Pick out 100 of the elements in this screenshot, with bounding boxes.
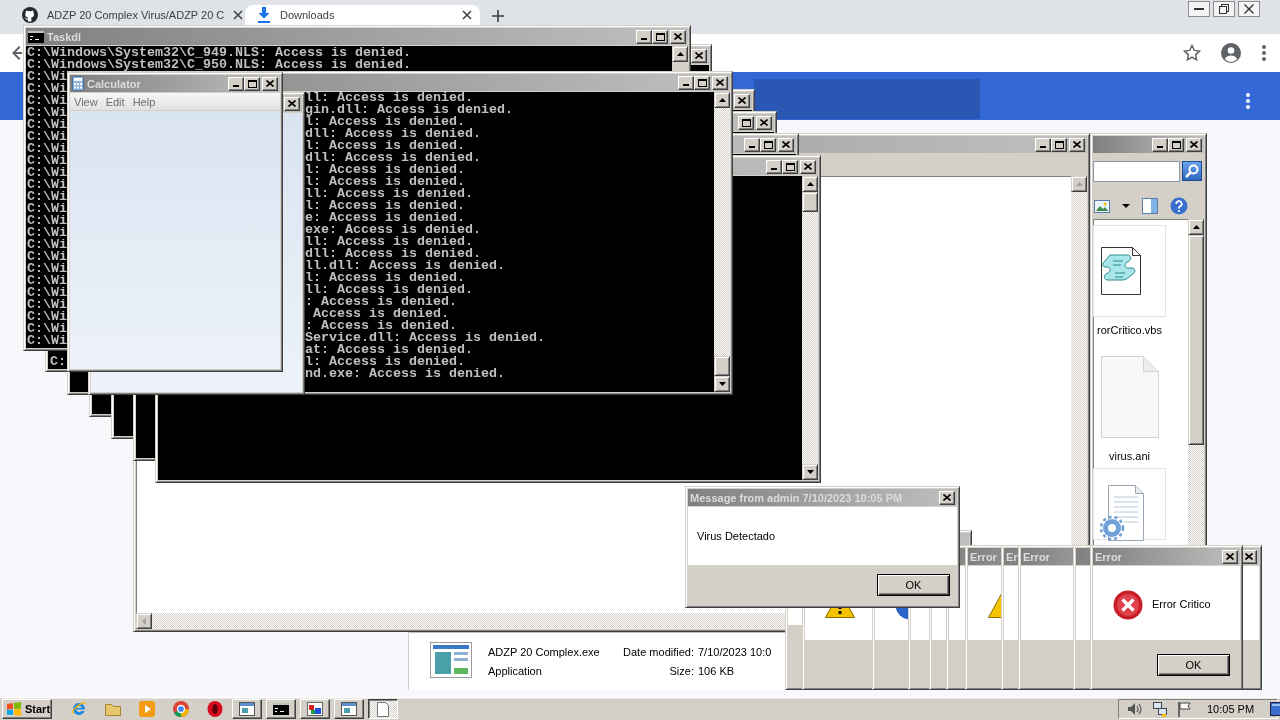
restore-button[interactable] [1213,1,1235,17]
ok-button[interactable]: OK [1157,654,1230,676]
script-file-icon[interactable] [1100,247,1141,295]
maximize-icon [741,118,751,127]
vertical-scrollbar[interactable] [714,92,730,392]
window-icon [341,702,357,716]
menu-icon[interactable] [1246,93,1250,109]
document-icon [377,701,389,717]
taskbar-button[interactable] [368,699,398,719]
search-icon [1185,164,1199,178]
menu-icon[interactable] [1262,45,1266,61]
maximize-button[interactable] [760,137,776,152]
maximize-button[interactable] [738,115,754,130]
message-text: Error Critico [1152,598,1211,610]
file-tile[interactable] [1093,225,1166,317]
error-icon [1113,590,1143,620]
scrollbar-thumb[interactable] [802,192,818,212]
speaker-icon[interactable] [1127,701,1143,717]
scroll-down-button[interactable] [714,376,730,392]
help-icon[interactable] [1170,197,1188,215]
down-arrow-icon [806,470,814,474]
scrollbar-thumb[interactable] [714,356,730,376]
search-button[interactable] [1182,161,1202,181]
menu-item[interactable]: Edit [101,95,129,108]
vertical-scrollbar[interactable] [802,176,818,480]
close-icon [738,97,746,104]
menu-item[interactable]: View [70,95,102,108]
close-icon [1190,141,1198,148]
menu-item[interactable]: Help [128,95,160,108]
minimize-icon [233,84,239,87]
ok-button[interactable]: OK [877,574,950,596]
paint-icon [307,702,323,716]
caret-icon[interactable] [1122,204,1130,208]
search-field[interactable] [1093,161,1180,182]
console-line: l: Access is denied. [305,272,465,284]
close-icon[interactable] [462,10,472,20]
console-icon [28,30,44,43]
scroll-up-button[interactable] [1071,176,1087,192]
close-icon [716,79,724,86]
file-name[interactable]: virus.ani [1109,450,1150,462]
clock[interactable]: 10:05 PM [1207,703,1255,715]
network-icon[interactable] [1152,701,1168,717]
scroll-up-button[interactable] [1188,219,1204,235]
console-line: exe: Access is denied. [305,224,481,236]
file-tile[interactable] [1093,468,1166,540]
console-line: ll: Access is denied. [305,284,473,296]
console-line: l: Access is denied. [305,164,465,176]
plus-icon[interactable] [492,10,504,22]
scroll-down-button[interactable] [802,464,818,480]
close-icon [674,33,682,40]
window-title: Taskdl [47,30,82,43]
back-arrow-icon[interactable] [12,45,22,61]
console-line: C:\Wi [27,71,67,83]
scroll-left-button[interactable] [136,613,152,629]
download-icon [257,7,271,23]
circle-logo-icon[interactable] [173,701,189,717]
field-label: Size: [669,665,694,677]
star-icon[interactable] [1183,44,1201,62]
maximize-button[interactable] [782,159,798,174]
ring-icon[interactable] [207,701,223,717]
field-value: 106 KB [698,665,736,677]
scroll-up-button[interactable] [714,92,730,108]
console-line: l: Access is denied. [305,200,465,212]
up-arrow-icon [676,52,684,56]
browser-tab[interactable]: Downloads [245,5,480,25]
scroll-up-button[interactable] [802,176,818,192]
scrollbar-thumb[interactable] [1188,235,1204,445]
file-name[interactable]: rorCritico.vbs [1097,324,1162,336]
settings-file-icon[interactable] [1097,485,1144,541]
close-icon [695,52,703,59]
preview-pane-icon[interactable] [1142,198,1158,214]
minimize-icon [683,83,689,86]
picture-icon[interactable] [1094,199,1110,213]
maximize-button[interactable] [1051,137,1067,152]
scroll-up-button[interactable] [672,46,688,62]
field-value: 7/10/2023 10:0 [698,646,772,658]
console-line: : Access is denied. [305,296,457,308]
close-icon[interactable] [233,10,244,20]
close-icon [782,141,790,148]
profile-icon[interactable] [1221,43,1241,63]
minimize-icon [749,145,755,148]
maximize-button[interactable] [244,76,260,91]
maximize-button[interactable] [694,75,710,90]
close-button[interactable] [1238,1,1260,17]
up-arrow-icon [718,98,726,102]
start-button[interactable]: Start [2,699,52,719]
maximize-button[interactable] [1168,137,1184,152]
console-line: nd.exe: Access is denied. [305,368,505,380]
flag-icon[interactable] [1177,701,1193,717]
maximize-button[interactable] [652,29,668,44]
browser-tab[interactable]: ADZP 20 Complex Virus/ADZP 20 C [10,5,245,25]
console-line: l: Access is denied. [305,356,465,368]
console-line: ll: Access is denied. [305,188,473,200]
console-line: ll.dll: Access is denied. [305,260,505,272]
up-arrow-icon [1192,225,1200,229]
console-line: C:\Wi [27,215,67,227]
maximize-icon [655,32,665,41]
console-line: C:\Windows\System32\C_949.NLS: Access is denied. [27,47,411,59]
cat-silhouette-icon [22,7,38,23]
minimize-button[interactable] [1188,1,1210,17]
